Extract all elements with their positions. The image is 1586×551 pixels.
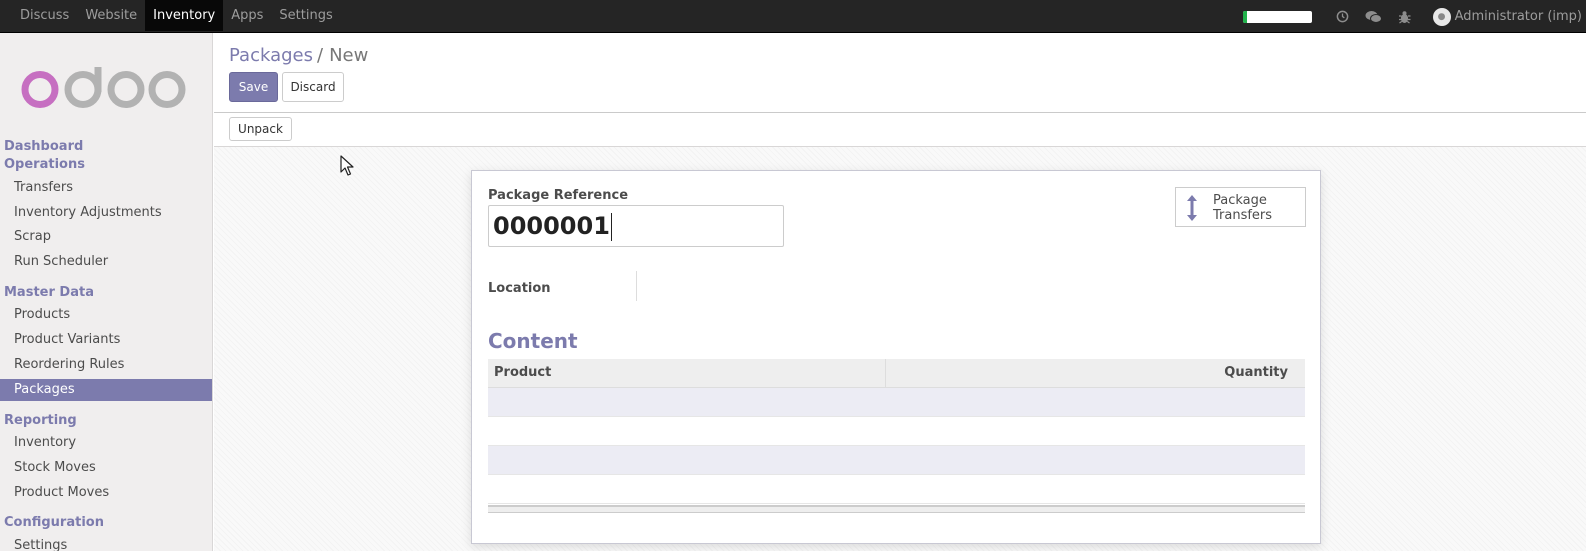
top-navbar: Discuss Website Inventory Apps Settings … <box>0 0 1586 33</box>
form-sheet: Package Reference 0000001 Package Transf… <box>471 170 1321 544</box>
sidebar-item-stock-moves[interactable]: Stock Moves <box>0 457 212 479</box>
menu-website[interactable]: Website <box>77 0 145 31</box>
menu-apps[interactable]: Apps <box>223 0 271 31</box>
discard-button[interactable]: Discard <box>282 72 344 102</box>
sidebar-item-product-variants[interactable]: Product Variants <box>0 329 212 351</box>
table-row <box>488 388 1305 417</box>
progress-bar <box>1242 10 1312 23</box>
sidebar-item-inventory[interactable]: Inventory <box>0 432 212 454</box>
sidebar-item-run-scheduler[interactable]: Run Scheduler <box>0 251 212 273</box>
table-row <box>488 417 1305 446</box>
table-footer <box>488 505 1305 513</box>
menu-settings[interactable]: Settings <box>271 0 340 31</box>
sidebar-item-products[interactable]: Products <box>0 304 212 326</box>
sidebar-item-product-moves[interactable]: Product Moves <box>0 482 212 504</box>
sidebar-item-packages[interactable]: Packages <box>0 379 212 401</box>
mouse-pointer-icon <box>340 155 354 176</box>
menu-discuss[interactable]: Discuss <box>12 0 77 31</box>
package-reference-input[interactable]: 0000001 <box>488 205 784 247</box>
table-header: Product Quantity <box>488 359 1305 388</box>
progress-fill <box>1242 10 1247 23</box>
package-reference-value: 0000001 <box>493 212 610 240</box>
sidebar-section-configuration: Configuration <box>4 515 104 530</box>
content-section-title: Content <box>488 329 578 353</box>
avatar[interactable]: ● <box>1432 7 1451 26</box>
sidebar-item-scrap[interactable]: Scrap <box>0 226 212 248</box>
unpack-button[interactable]: Unpack <box>229 117 292 141</box>
menu-inventory[interactable]: Inventory <box>145 0 224 31</box>
location-field[interactable] <box>636 271 637 301</box>
odoo-logo[interactable] <box>20 67 190 112</box>
clock-icon[interactable] <box>1336 10 1349 23</box>
control-panel: Packages / New Save Discard <box>214 33 1586 113</box>
breadcrumb-separator: / <box>317 45 324 66</box>
breadcrumb-current: New <box>329 45 369 66</box>
location-label: Location <box>488 281 551 296</box>
transfer-arrows-icon <box>1187 195 1197 221</box>
column-product[interactable]: Product <box>494 365 551 380</box>
breadcrumb-packages-link[interactable]: Packages <box>229 45 313 66</box>
form-statusbar: Unpack <box>214 113 1586 147</box>
user-menu[interactable]: Administrator (imp) <box>1455 9 1582 24</box>
app-menu: Discuss Website Inventory Apps Settings <box>12 0 341 33</box>
content-table: Product Quantity <box>488 359 1305 513</box>
sidebar: Dashboard Operations Transfers Inventory… <box>0 33 213 551</box>
sidebar-item-settings[interactable]: Settings <box>0 535 212 551</box>
bug-icon[interactable] <box>1398 10 1411 24</box>
sidebar-item-inventory-adjustments[interactable]: Inventory Adjustments <box>0 202 212 224</box>
breadcrumb: Packages / New <box>229 45 368 66</box>
sidebar-section-operations: Operations <box>4 157 85 172</box>
chat-icon[interactable] <box>1365 10 1382 24</box>
table-row <box>488 475 1305 504</box>
text-caret <box>610 213 612 241</box>
save-button[interactable]: Save <box>229 72 278 102</box>
package-transfers-line1: Package <box>1213 193 1267 208</box>
package-transfers-line2: Transfers <box>1213 208 1273 223</box>
column-quantity[interactable]: Quantity <box>1224 365 1288 380</box>
package-transfers-label: Package Transfers <box>1213 193 1272 223</box>
systray: ● Administrator (imp) <box>1242 0 1586 33</box>
sidebar-item-transfers[interactable]: Transfers <box>0 177 212 199</box>
sidebar-section-master-data: Master Data <box>4 285 94 300</box>
sidebar-item-reordering-rules[interactable]: Reordering Rules <box>0 354 212 376</box>
sidebar-section-reporting: Reporting <box>4 413 77 428</box>
column-divider <box>885 359 886 388</box>
table-row <box>488 446 1305 475</box>
package-reference-label: Package Reference <box>488 188 629 203</box>
package-transfers-button[interactable]: Package Transfers <box>1175 187 1306 227</box>
sidebar-section-dashboard[interactable]: Dashboard <box>4 139 83 154</box>
